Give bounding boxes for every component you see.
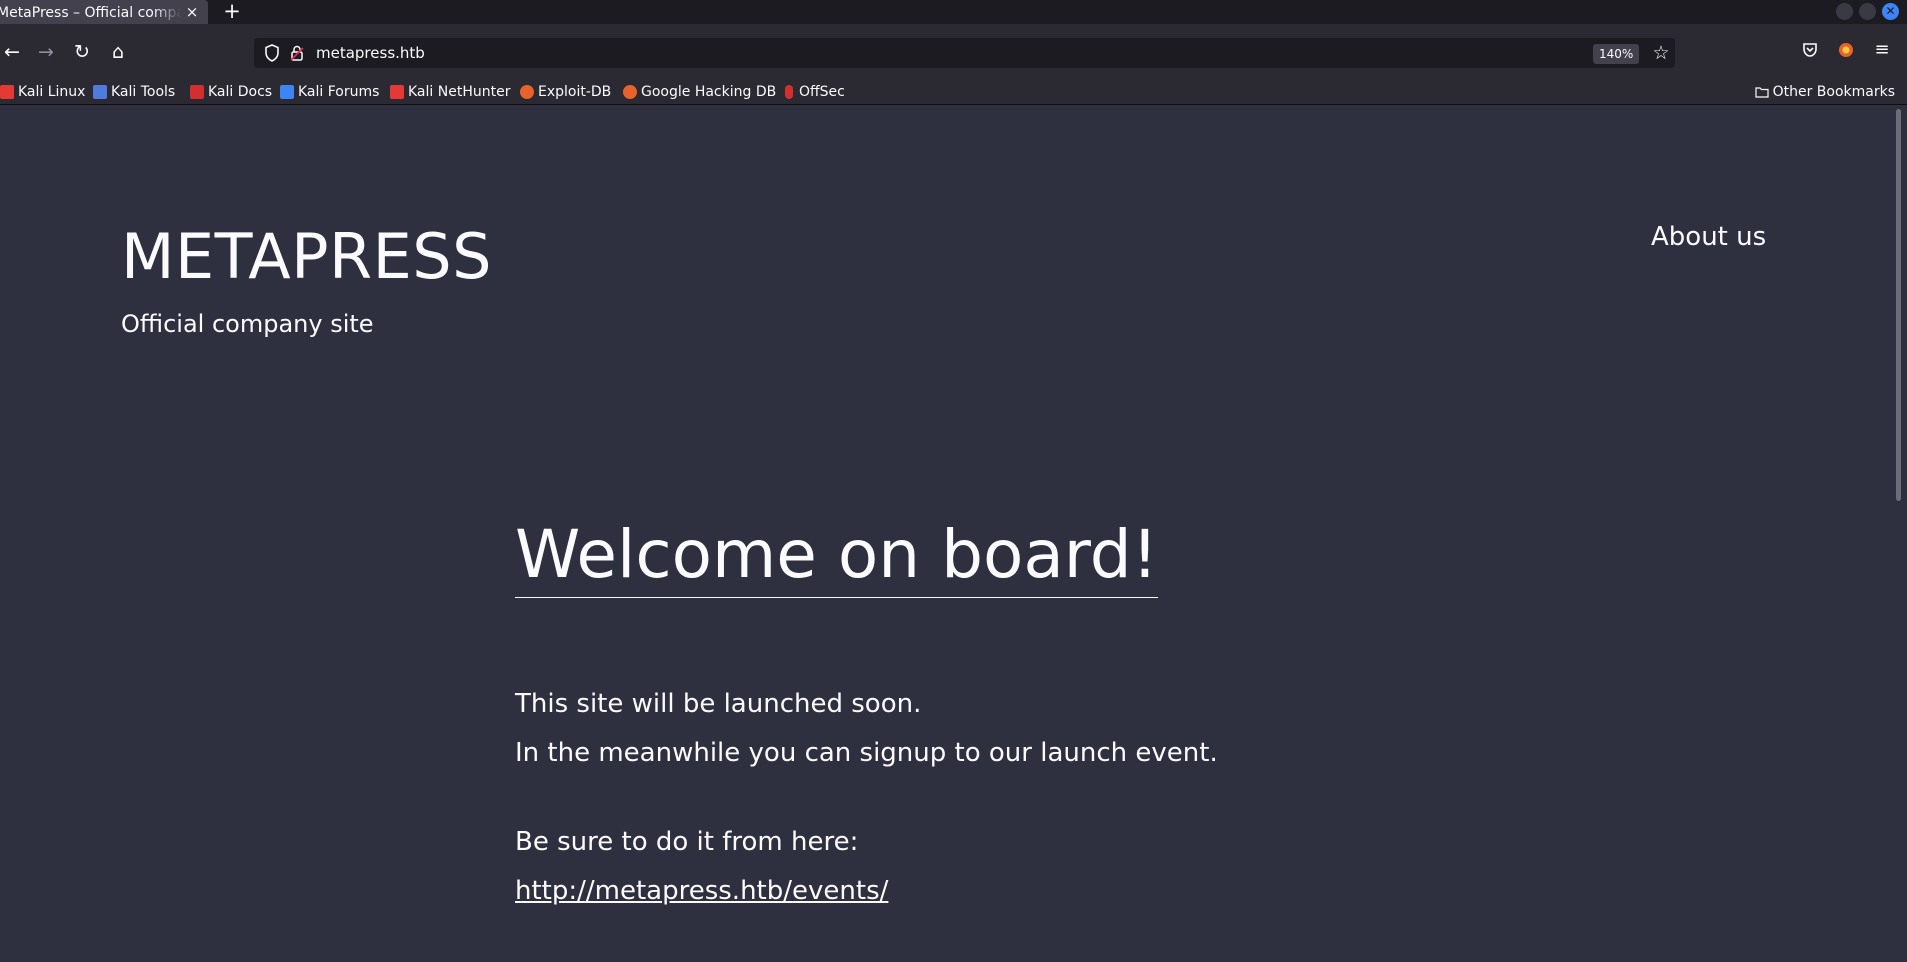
kali-nethunter-icon — [390, 85, 404, 99]
launch-notice: This site will be launched soon. — [515, 689, 922, 719]
bookmark-label: Google Hacking DB — [641, 84, 777, 100]
url-bar[interactable]: metapress.htb 140% ☆ — [254, 38, 1675, 68]
window-close-button[interactable]: ✕ — [1882, 3, 1899, 20]
bookmark-kali-tools[interactable]: Kali Tools — [93, 80, 175, 104]
kali-docs-icon — [190, 85, 204, 99]
forward-button[interactable]: → — [34, 40, 58, 64]
bookmark-label: Kali NetHunter — [408, 84, 511, 100]
back-button[interactable]: ← — [0, 40, 24, 64]
other-bookmarks[interactable]: Other Bookmarks — [1754, 80, 1895, 104]
window-maximize-button[interactable] — [1859, 3, 1876, 20]
signup-notice: In the meanwhile you can signup to our l… — [515, 738, 1218, 768]
exploit-db-icon — [520, 85, 534, 99]
events-link[interactable]: http://metapress.htb/events/ — [515, 876, 888, 906]
insecure-lock-icon[interactable] — [289, 42, 305, 64]
tab-metapress[interactable]: MetaPress – Official company site × — [0, 0, 208, 26]
offsec-icon — [785, 85, 793, 99]
bookmark-label: OffSec — [799, 84, 845, 100]
window-minimize-button[interactable] — [1836, 3, 1853, 20]
bookmark-label: Exploit-DB — [538, 84, 612, 100]
bookmark-google-hacking-db[interactable]: Google Hacking DB — [623, 80, 776, 104]
tab-title: MetaPress – Official company site — [0, 5, 181, 21]
bookmark-label: Kali Linux — [18, 84, 86, 100]
kali-tools-icon — [93, 85, 107, 99]
app-menu-button[interactable]: ≡ — [1870, 38, 1894, 62]
scrollbar-thumb[interactable] — [1896, 109, 1901, 501]
bookmark-star-icon[interactable]: ☆ — [1650, 41, 1672, 65]
kali-dragon-icon — [0, 85, 14, 99]
tab-close-icon[interactable]: × — [184, 3, 200, 21]
bookmark-label: Kali Docs — [208, 84, 273, 100]
extension-fox-icon[interactable] — [1836, 40, 1856, 60]
bookmark-label: Kali Forums — [298, 84, 380, 100]
kali-forums-icon — [280, 85, 294, 99]
home-button[interactable]: ⌂ — [106, 40, 130, 64]
other-bookmarks-label: Other Bookmarks — [1772, 84, 1895, 100]
about-us-link[interactable]: About us — [1651, 222, 1766, 252]
zoom-level-badge[interactable]: 140% — [1593, 44, 1640, 64]
bookmark-kali-linux[interactable]: Kali Linux — [0, 80, 85, 104]
pocket-icon[interactable] — [1800, 40, 1820, 60]
bookmark-kali-nethunter[interactable]: Kali NetHunter — [390, 80, 510, 104]
site-tagline: Official company site — [121, 310, 374, 338]
instruction-text: Be sure to do it from here: — [515, 827, 859, 857]
site-title[interactable]: METAPRESS — [121, 220, 492, 293]
bookmark-exploit-db[interactable]: Exploit-DB — [520, 80, 611, 104]
bookmark-kali-docs[interactable]: Kali Docs — [190, 80, 272, 104]
browser-chrome: MetaPress – Official company site × + ✕ … — [0, 0, 1907, 105]
tracking-shield-icon[interactable] — [262, 42, 282, 64]
welcome-headline[interactable]: Welcome on board! — [515, 515, 1159, 598]
reload-button[interactable]: ↻ — [70, 40, 94, 64]
page-scrollbar[interactable] — [1889, 105, 1907, 962]
url-text[interactable]: metapress.htb — [316, 38, 425, 68]
new-tab-button[interactable]: + — [222, 0, 242, 24]
folder-icon — [1754, 87, 1769, 98]
tab-strip: MetaPress – Official company site × + ✕ — [0, 0, 1907, 26]
ghdb-icon — [623, 85, 637, 99]
bookmarks-toolbar: Kali Linux Kali Tools Kali Docs Kali For… — [0, 80, 1907, 105]
page-content: METAPRESS Official company site About us… — [0, 105, 1889, 962]
bookmark-label: Kali Tools — [111, 84, 176, 100]
bookmark-offsec[interactable]: OffSec — [782, 80, 845, 104]
bookmark-kali-forums[interactable]: Kali Forums — [280, 80, 379, 104]
nav-toolbar: ← → ↻ ⌂ metapress.htb 140% ☆ — [0, 24, 1907, 80]
